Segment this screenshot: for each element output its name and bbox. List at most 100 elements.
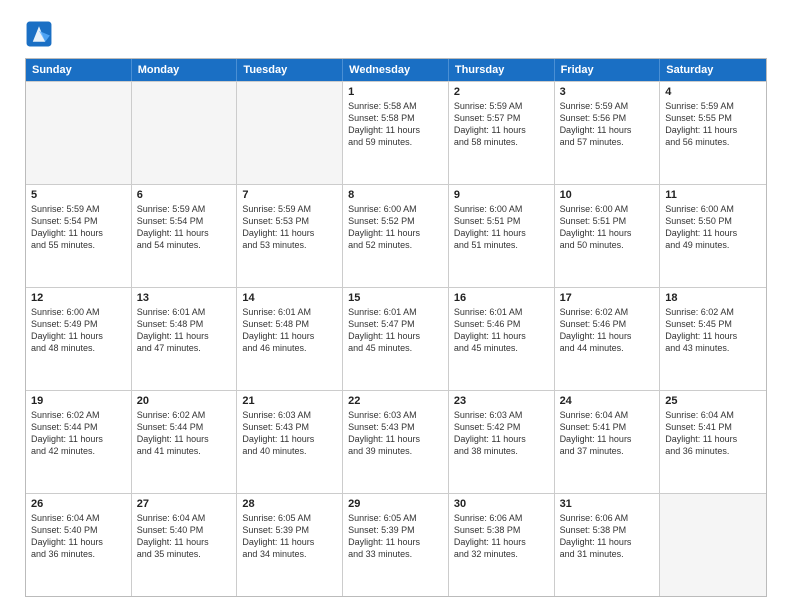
cell-info-line: Sunset: 5:55 PM — [665, 112, 761, 124]
cell-info-line: Sunset: 5:56 PM — [560, 112, 655, 124]
calendar-cell-empty — [237, 82, 343, 184]
day-number: 30 — [454, 498, 549, 510]
cell-info-line: and 45 minutes. — [348, 342, 443, 354]
calendar-cell-28: 28Sunrise: 6:05 AMSunset: 5:39 PMDayligh… — [237, 494, 343, 596]
day-number: 1 — [348, 86, 443, 98]
calendar-cell-20: 20Sunrise: 6:02 AMSunset: 5:44 PMDayligh… — [132, 391, 238, 493]
cell-info-line: Daylight: 11 hours — [348, 330, 443, 342]
cell-info-line: Daylight: 11 hours — [348, 536, 443, 548]
cell-info-line: Daylight: 11 hours — [242, 330, 337, 342]
day-number: 27 — [137, 498, 232, 510]
cell-info-line: and 35 minutes. — [137, 548, 232, 560]
calendar-body: 1Sunrise: 5:58 AMSunset: 5:58 PMDaylight… — [26, 81, 766, 596]
day-number: 19 — [31, 395, 126, 407]
cell-info-line: Daylight: 11 hours — [454, 433, 549, 445]
cell-info-line: Sunset: 5:51 PM — [560, 215, 655, 227]
cell-info-line: Sunrise: 5:58 AM — [348, 100, 443, 112]
calendar-cell-empty — [132, 82, 238, 184]
cell-info-line: Daylight: 11 hours — [242, 433, 337, 445]
day-number: 6 — [137, 189, 232, 201]
calendar-row-3: 19Sunrise: 6:02 AMSunset: 5:44 PMDayligh… — [26, 390, 766, 493]
cell-info-line: Sunrise: 6:00 AM — [560, 203, 655, 215]
cell-info-line: Sunset: 5:45 PM — [665, 318, 761, 330]
cell-info-line: Daylight: 11 hours — [31, 227, 126, 239]
day-number: 23 — [454, 395, 549, 407]
calendar-cell-3: 3Sunrise: 5:59 AMSunset: 5:56 PMDaylight… — [555, 82, 661, 184]
cell-info-line: Sunrise: 6:01 AM — [137, 306, 232, 318]
calendar-cell-19: 19Sunrise: 6:02 AMSunset: 5:44 PMDayligh… — [26, 391, 132, 493]
day-number: 2 — [454, 86, 549, 98]
calendar-cell-8: 8Sunrise: 6:00 AMSunset: 5:52 PMDaylight… — [343, 185, 449, 287]
cell-info-line: Sunset: 5:40 PM — [137, 524, 232, 536]
weekday-header-sunday: Sunday — [26, 59, 132, 81]
day-number: 24 — [560, 395, 655, 407]
cell-info-line: and 42 minutes. — [31, 445, 126, 457]
calendar-cell-31: 31Sunrise: 6:06 AMSunset: 5:38 PMDayligh… — [555, 494, 661, 596]
calendar-cell-24: 24Sunrise: 6:04 AMSunset: 5:41 PMDayligh… — [555, 391, 661, 493]
day-number: 28 — [242, 498, 337, 510]
day-number: 9 — [454, 189, 549, 201]
calendar-cell-2: 2Sunrise: 5:59 AMSunset: 5:57 PMDaylight… — [449, 82, 555, 184]
day-number: 21 — [242, 395, 337, 407]
day-number: 3 — [560, 86, 655, 98]
cell-info-line: Daylight: 11 hours — [137, 536, 232, 548]
cell-info-line: Sunset: 5:41 PM — [560, 421, 655, 433]
cell-info-line: Daylight: 11 hours — [31, 330, 126, 342]
page: SundayMondayTuesdayWednesdayThursdayFrid… — [0, 0, 792, 612]
cell-info-line: Sunrise: 5:59 AM — [137, 203, 232, 215]
cell-info-line: Sunset: 5:43 PM — [348, 421, 443, 433]
cell-info-line: and 52 minutes. — [348, 239, 443, 251]
day-number: 15 — [348, 292, 443, 304]
logo — [25, 20, 55, 48]
cell-info-line: Sunrise: 6:00 AM — [665, 203, 761, 215]
cell-info-line: Daylight: 11 hours — [665, 433, 761, 445]
cell-info-line: Sunset: 5:51 PM — [454, 215, 549, 227]
calendar-cell-empty — [26, 82, 132, 184]
cell-info-line: Sunrise: 6:01 AM — [348, 306, 443, 318]
cell-info-line: and 36 minutes. — [31, 548, 126, 560]
day-number: 20 — [137, 395, 232, 407]
cell-info-line: Daylight: 11 hours — [348, 433, 443, 445]
weekday-header-friday: Friday — [555, 59, 661, 81]
weekday-header-tuesday: Tuesday — [237, 59, 343, 81]
cell-info-line: Sunset: 5:40 PM — [31, 524, 126, 536]
cell-info-line: Sunset: 5:43 PM — [242, 421, 337, 433]
cell-info-line: Daylight: 11 hours — [137, 433, 232, 445]
day-number: 8 — [348, 189, 443, 201]
cell-info-line: Sunrise: 6:00 AM — [454, 203, 549, 215]
cell-info-line: Sunrise: 6:02 AM — [665, 306, 761, 318]
cell-info-line: and 34 minutes. — [242, 548, 337, 560]
day-number: 10 — [560, 189, 655, 201]
calendar-row-1: 5Sunrise: 5:59 AMSunset: 5:54 PMDaylight… — [26, 184, 766, 287]
weekday-header-wednesday: Wednesday — [343, 59, 449, 81]
cell-info-line: Sunset: 5:38 PM — [454, 524, 549, 536]
calendar-cell-6: 6Sunrise: 5:59 AMSunset: 5:54 PMDaylight… — [132, 185, 238, 287]
cell-info-line: Sunset: 5:48 PM — [242, 318, 337, 330]
cell-info-line: Sunrise: 6:05 AM — [348, 512, 443, 524]
day-number: 16 — [454, 292, 549, 304]
cell-info-line: Sunrise: 6:02 AM — [560, 306, 655, 318]
calendar-cell-22: 22Sunrise: 6:03 AMSunset: 5:43 PMDayligh… — [343, 391, 449, 493]
cell-info-line: and 56 minutes. — [665, 136, 761, 148]
cell-info-line: Sunrise: 6:04 AM — [31, 512, 126, 524]
cell-info-line: Sunrise: 6:06 AM — [560, 512, 655, 524]
cell-info-line: Sunset: 5:49 PM — [31, 318, 126, 330]
cell-info-line: Daylight: 11 hours — [665, 227, 761, 239]
cell-info-line: Daylight: 11 hours — [137, 330, 232, 342]
calendar-cell-10: 10 Sunrise: 6:00 AMSunset: 5:51 PMDayligh… — [555, 185, 661, 287]
calendar-cell-21: 21Sunrise: 6:03 AMSunset: 5:43 PMDayligh… — [237, 391, 343, 493]
calendar-cell-27: 27Sunrise: 6:04 AMSunset: 5:40 PMDayligh… — [132, 494, 238, 596]
cell-info-line: and 43 minutes. — [665, 342, 761, 354]
calendar-row-4: 26Sunrise: 6:04 AMSunset: 5:40 PMDayligh… — [26, 493, 766, 596]
calendar-cell-18: 18Sunrise: 6:02 AMSunset: 5:45 PMDayligh… — [660, 288, 766, 390]
cell-info-line: Sunrise: 6:06 AM — [454, 512, 549, 524]
cell-info-line: Sunrise: 5:59 AM — [242, 203, 337, 215]
cell-info-line: Daylight: 11 hours — [560, 227, 655, 239]
cell-info-line: Daylight: 11 hours — [454, 227, 549, 239]
cell-info-line: and 57 minutes. — [560, 136, 655, 148]
calendar-cell-13: 13Sunrise: 6:01 AMSunset: 5:48 PMDayligh… — [132, 288, 238, 390]
cell-info-line: Daylight: 11 hours — [242, 227, 337, 239]
cell-info-line: and 37 minutes. — [560, 445, 655, 457]
calendar-cell-16: 16Sunrise: 6:01 AMSunset: 5:46 PMDayligh… — [449, 288, 555, 390]
cell-info-line: Sunset: 5:52 PM — [348, 215, 443, 227]
